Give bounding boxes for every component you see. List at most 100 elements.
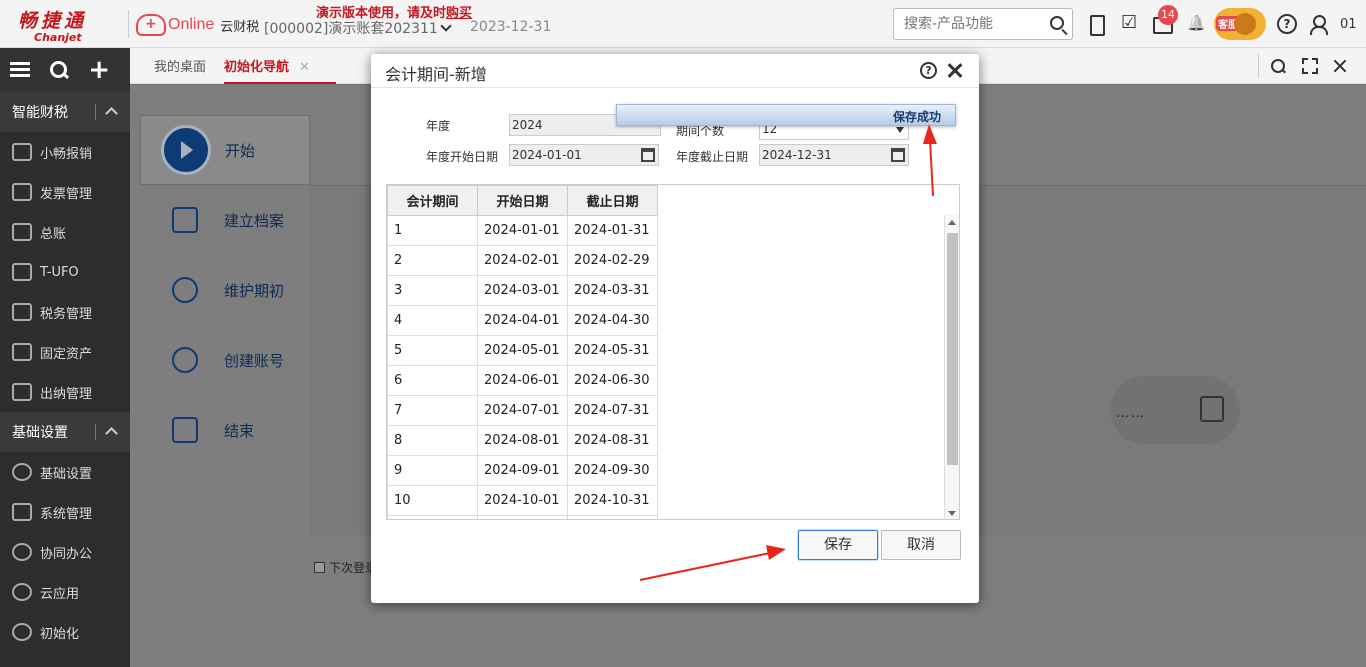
start-date-cell[interactable]: 2024-10-01 [477,485,568,516]
scroll-down-icon[interactable] [948,511,956,516]
chevron-up-icon[interactable] [105,427,118,440]
cancel-button[interactable]: 取消 [881,530,961,560]
search-input[interactable] [894,9,1039,39]
user-icon[interactable] [1308,14,1328,35]
start-date-cell[interactable]: 2024-05-01 [477,335,568,366]
table-row[interactable]: 6 2024-06-01 2024-06-30 [387,365,658,396]
tab-desktop[interactable]: 我的桌面 [154,56,206,75]
mobile-icon[interactable] [1086,14,1106,36]
help-icon[interactable] [1276,14,1297,34]
end-date-cell[interactable]: 2024-10-31 [567,485,658,516]
period-cell[interactable]: 9 [387,455,478,486]
col-start-date[interactable]: 开始日期 [477,185,568,216]
table-row[interactable]: 2 2024-02-01 2024-02-29 [387,245,658,276]
step-create-archive[interactable]: 建立档案 [140,185,310,255]
step-finish[interactable]: 结束 [140,395,310,465]
account-selector[interactable]: [000002]演示账套202311 [264,18,452,38]
end-date-cell[interactable]: 2024-08-31 [567,425,658,456]
period-cell[interactable]: 10 [387,485,478,516]
sidebar-item-expense[interactable]: 小畅报销 [0,132,130,172]
period-cell[interactable]: 8 [387,425,478,456]
sidebar-item-tax[interactable]: 税务管理 [0,292,130,332]
calendar-icon[interactable] [641,148,655,162]
sidebar-item-invoice[interactable]: 发票管理 [0,172,130,212]
end-date-cell[interactable]: 2024-07-31 [567,395,658,426]
start-date-cell[interactable]: 2024-08-01 [477,425,568,456]
start-date-cell[interactable]: 2024-02-01 [477,245,568,276]
start-date-field[interactable]: 2024-01-01 [509,144,659,166]
table-row[interactable]: 7 2024-07-01 2024-07-31 [387,395,658,426]
fullscreen-icon[interactable] [1302,58,1318,74]
table-row[interactable]: 5 2024-05-01 2024-05-31 [387,335,658,366]
table-row[interactable] [387,515,658,519]
save-button[interactable]: 保存 [798,530,878,560]
sidebar-item-system[interactable]: 系统管理 [0,492,130,532]
next-login-checkbox[interactable] [314,562,325,573]
end-date-cell[interactable]: 2024-01-31 [567,215,658,246]
end-date-cell[interactable]: 2024-02-29 [567,245,658,276]
help-icon[interactable]: ? [920,62,937,79]
period-cell[interactable]: 4 [387,305,478,336]
add-icon[interactable]: + [88,57,110,83]
sidebar-item-tufo[interactable]: T-UFO [0,252,130,292]
menu-icon[interactable] [10,59,31,81]
start-date-cell[interactable]: 2024-06-01 [477,365,568,396]
col-end-date[interactable]: 截止日期 [567,185,658,216]
end-date-cell[interactable]: 2024-03-31 [567,275,658,306]
user-name[interactable]: 01 [1340,17,1357,32]
end-date-cell[interactable]: 2024-06-30 [567,365,658,396]
step-create-account[interactable]: 创建账号 [140,325,310,395]
period-cell[interactable]: 5 [387,335,478,366]
calendar-icon[interactable] [891,148,905,162]
close-tab-icon[interactable]: ✕ [299,60,310,75]
end-date-cell[interactable]: 2024-05-31 [567,335,658,366]
bell-icon[interactable] [1186,14,1206,34]
chevron-up-icon[interactable] [105,107,118,120]
table-row[interactable]: 4 2024-04-01 2024-04-30 [387,305,658,336]
end-date-cell[interactable]: 2024-04-30 [567,305,658,336]
sidebar-item-fixed-assets[interactable]: 固定资产 [0,332,130,372]
sidebar-item-cashier[interactable]: 出纳管理 [0,372,130,412]
step-start[interactable]: 开始 [140,115,310,185]
col-period[interactable]: 会计期间 [387,185,478,216]
tab-init-wizard[interactable]: 初始化导航 ✕ [224,56,336,84]
chanjet-logo[interactable]: 畅捷通 Chanjet [18,6,114,44]
table-row[interactable]: 1 2024-01-01 2024-01-31 [387,215,658,246]
customer-service-mascot[interactable]: 客服 [1214,8,1266,40]
search-icon[interactable] [1270,58,1286,74]
scroll-thumb[interactable] [947,233,958,465]
sidebar-group-basic-settings[interactable]: 基础设置 [0,412,130,452]
sidebar-item-ledger[interactable]: 总账 [0,212,130,252]
sidebar-item-basic-settings[interactable]: 基础设置 [0,452,130,492]
table-row[interactable]: 8 2024-08-01 2024-08-31 [387,425,658,456]
scroll-up-icon[interactable] [948,220,956,225]
start-date-cell[interactable]: 2024-01-01 [477,215,568,246]
step-opening-balance[interactable]: 维护期初 [140,255,310,325]
table-row[interactable]: 3 2024-03-01 2024-03-31 [387,275,658,306]
sidebar-item-collab[interactable]: 协同办公 [0,532,130,572]
close-icon[interactable] [1332,58,1348,74]
period-cell[interactable]: 3 [387,275,478,306]
period-cell[interactable]: 2 [387,245,478,276]
table-row[interactable]: 9 2024-09-01 2024-09-30 [387,455,658,486]
search-icon[interactable] [1050,16,1064,30]
buy-link[interactable]: 购买 [446,6,472,21]
sidebar-item-init[interactable]: 初始化 [0,612,130,652]
period-cell[interactable]: 1 [387,215,478,246]
start-date-cell[interactable]: 2024-09-01 [477,455,568,486]
next-login-option[interactable]: 下次登录 [314,559,377,576]
end-date-field[interactable]: 2024-12-31 [759,144,909,166]
start-date-cell[interactable]: 2024-04-01 [477,305,568,336]
start-date-cell[interactable]: 2024-07-01 [477,395,568,426]
search-icon[interactable] [49,59,68,81]
period-cell[interactable]: 6 [387,365,478,396]
end-date-cell[interactable]: 2024-09-30 [567,455,658,486]
sidebar-item-cloud-app[interactable]: 云应用 [0,572,130,612]
start-date-cell[interactable]: 2024-03-01 [477,275,568,306]
search-box[interactable] [893,8,1073,40]
close-icon[interactable] [947,62,963,78]
period-cell[interactable]: 7 [387,395,478,426]
sidebar-group-smart-tax[interactable]: 智能财税 [0,92,130,132]
tasks-icon[interactable] [1120,12,1140,34]
table-row[interactable]: 10 2024-10-01 2024-10-31 [387,485,658,516]
